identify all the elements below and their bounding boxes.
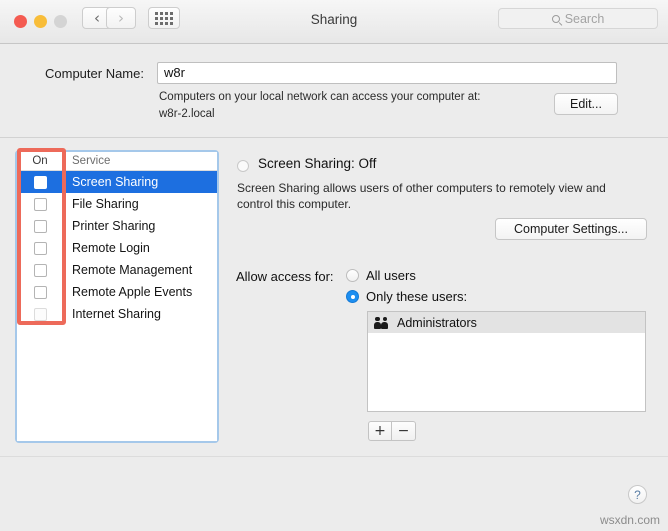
service-row-remote-management[interactable]: Remote Management (17, 259, 217, 281)
local-hostname: w8r-2.local (159, 108, 215, 120)
service-list-focus-ring: On Service Screen Sharing File Sharing (15, 150, 219, 443)
radio-label-only-these-users: Only these users: (366, 289, 467, 304)
add-remove-user-buttons: + − (368, 421, 416, 441)
checkbox-remote-apple-events[interactable] (34, 286, 47, 299)
radio-indicator-only-these-users[interactable] (346, 290, 359, 303)
computer-name-label: Computer Name: (45, 66, 144, 81)
service-list[interactable]: On Service Screen Sharing File Sharing (17, 152, 217, 441)
radio-only-these-users[interactable]: Only these users: (346, 289, 467, 304)
service-list-header: On Service (17, 152, 217, 171)
help-button[interactable]: ? (628, 485, 647, 504)
service-row-screen-sharing[interactable]: Screen Sharing (17, 171, 217, 193)
service-checkbox-cell[interactable] (17, 264, 64, 277)
sharing-preferences-window: ‹ › Sharing Search Computer Name: w8r Co… (0, 0, 668, 531)
checkbox-remote-management[interactable] (34, 264, 47, 277)
group-users-icon (374, 317, 389, 329)
radio-indicator-all-users[interactable] (346, 269, 359, 282)
search-placeholder: Search (565, 12, 605, 26)
column-header-on: On (17, 152, 64, 170)
screen-sharing-status-indicator (237, 160, 249, 172)
service-checkbox-cell[interactable] (17, 242, 64, 255)
allow-access-label: Allow access for: (236, 269, 334, 284)
list-item[interactable]: Administrators (368, 312, 645, 333)
service-name: Screen Sharing (64, 175, 217, 189)
service-name: File Sharing (64, 197, 217, 211)
bottom-divider (0, 456, 668, 457)
watermark: wsxdn.com (600, 513, 660, 527)
service-name: Remote Login (64, 241, 217, 255)
checkbox-internet-sharing (34, 308, 47, 321)
remove-user-button[interactable]: − (392, 421, 416, 441)
screen-sharing-status-label: Screen Sharing: Off (258, 156, 376, 171)
screen-sharing-description: Screen Sharing allows users of other com… (237, 180, 641, 212)
computer-name-field[interactable]: w8r (157, 62, 617, 84)
window-titlebar: ‹ › Sharing Search (0, 0, 668, 44)
service-checkbox-cell[interactable] (17, 176, 64, 189)
service-name: Remote Apple Events (64, 285, 217, 299)
service-row-printer-sharing[interactable]: Printer Sharing (17, 215, 217, 237)
allowed-users-list[interactable]: Administrators (367, 311, 646, 412)
computer-settings-button[interactable]: Computer Settings... (495, 218, 647, 240)
service-name: Internet Sharing (64, 307, 217, 321)
service-checkbox-cell[interactable] (17, 286, 64, 299)
checkbox-remote-login[interactable] (34, 242, 47, 255)
checkbox-screen-sharing[interactable] (34, 176, 47, 189)
checkbox-printer-sharing[interactable] (34, 220, 47, 233)
radio-all-users[interactable]: All users (346, 268, 416, 283)
network-access-hint: Computers on your local network can acce… (159, 91, 481, 103)
allowed-user-name: Administrators (397, 316, 477, 330)
service-row-remote-login[interactable]: Remote Login (17, 237, 217, 259)
edit-hostname-button[interactable]: Edit... (554, 93, 618, 115)
service-row-internet-sharing[interactable]: Internet Sharing (17, 303, 217, 325)
service-row-remote-apple-events[interactable]: Remote Apple Events (17, 281, 217, 303)
service-checkbox-cell[interactable] (17, 198, 64, 211)
service-name: Remote Management (64, 263, 217, 277)
service-row-file-sharing[interactable]: File Sharing (17, 193, 217, 215)
add-user-button[interactable]: + (368, 421, 392, 441)
column-header-service: Service (64, 152, 217, 170)
search-icon (552, 15, 560, 23)
service-name: Printer Sharing (64, 219, 217, 233)
service-checkbox-cell (17, 308, 64, 321)
top-divider (0, 137, 668, 138)
radio-label-all-users: All users (366, 268, 416, 283)
checkbox-file-sharing[interactable] (34, 198, 47, 211)
service-checkbox-cell[interactable] (17, 220, 64, 233)
search-input[interactable]: Search (498, 8, 658, 29)
